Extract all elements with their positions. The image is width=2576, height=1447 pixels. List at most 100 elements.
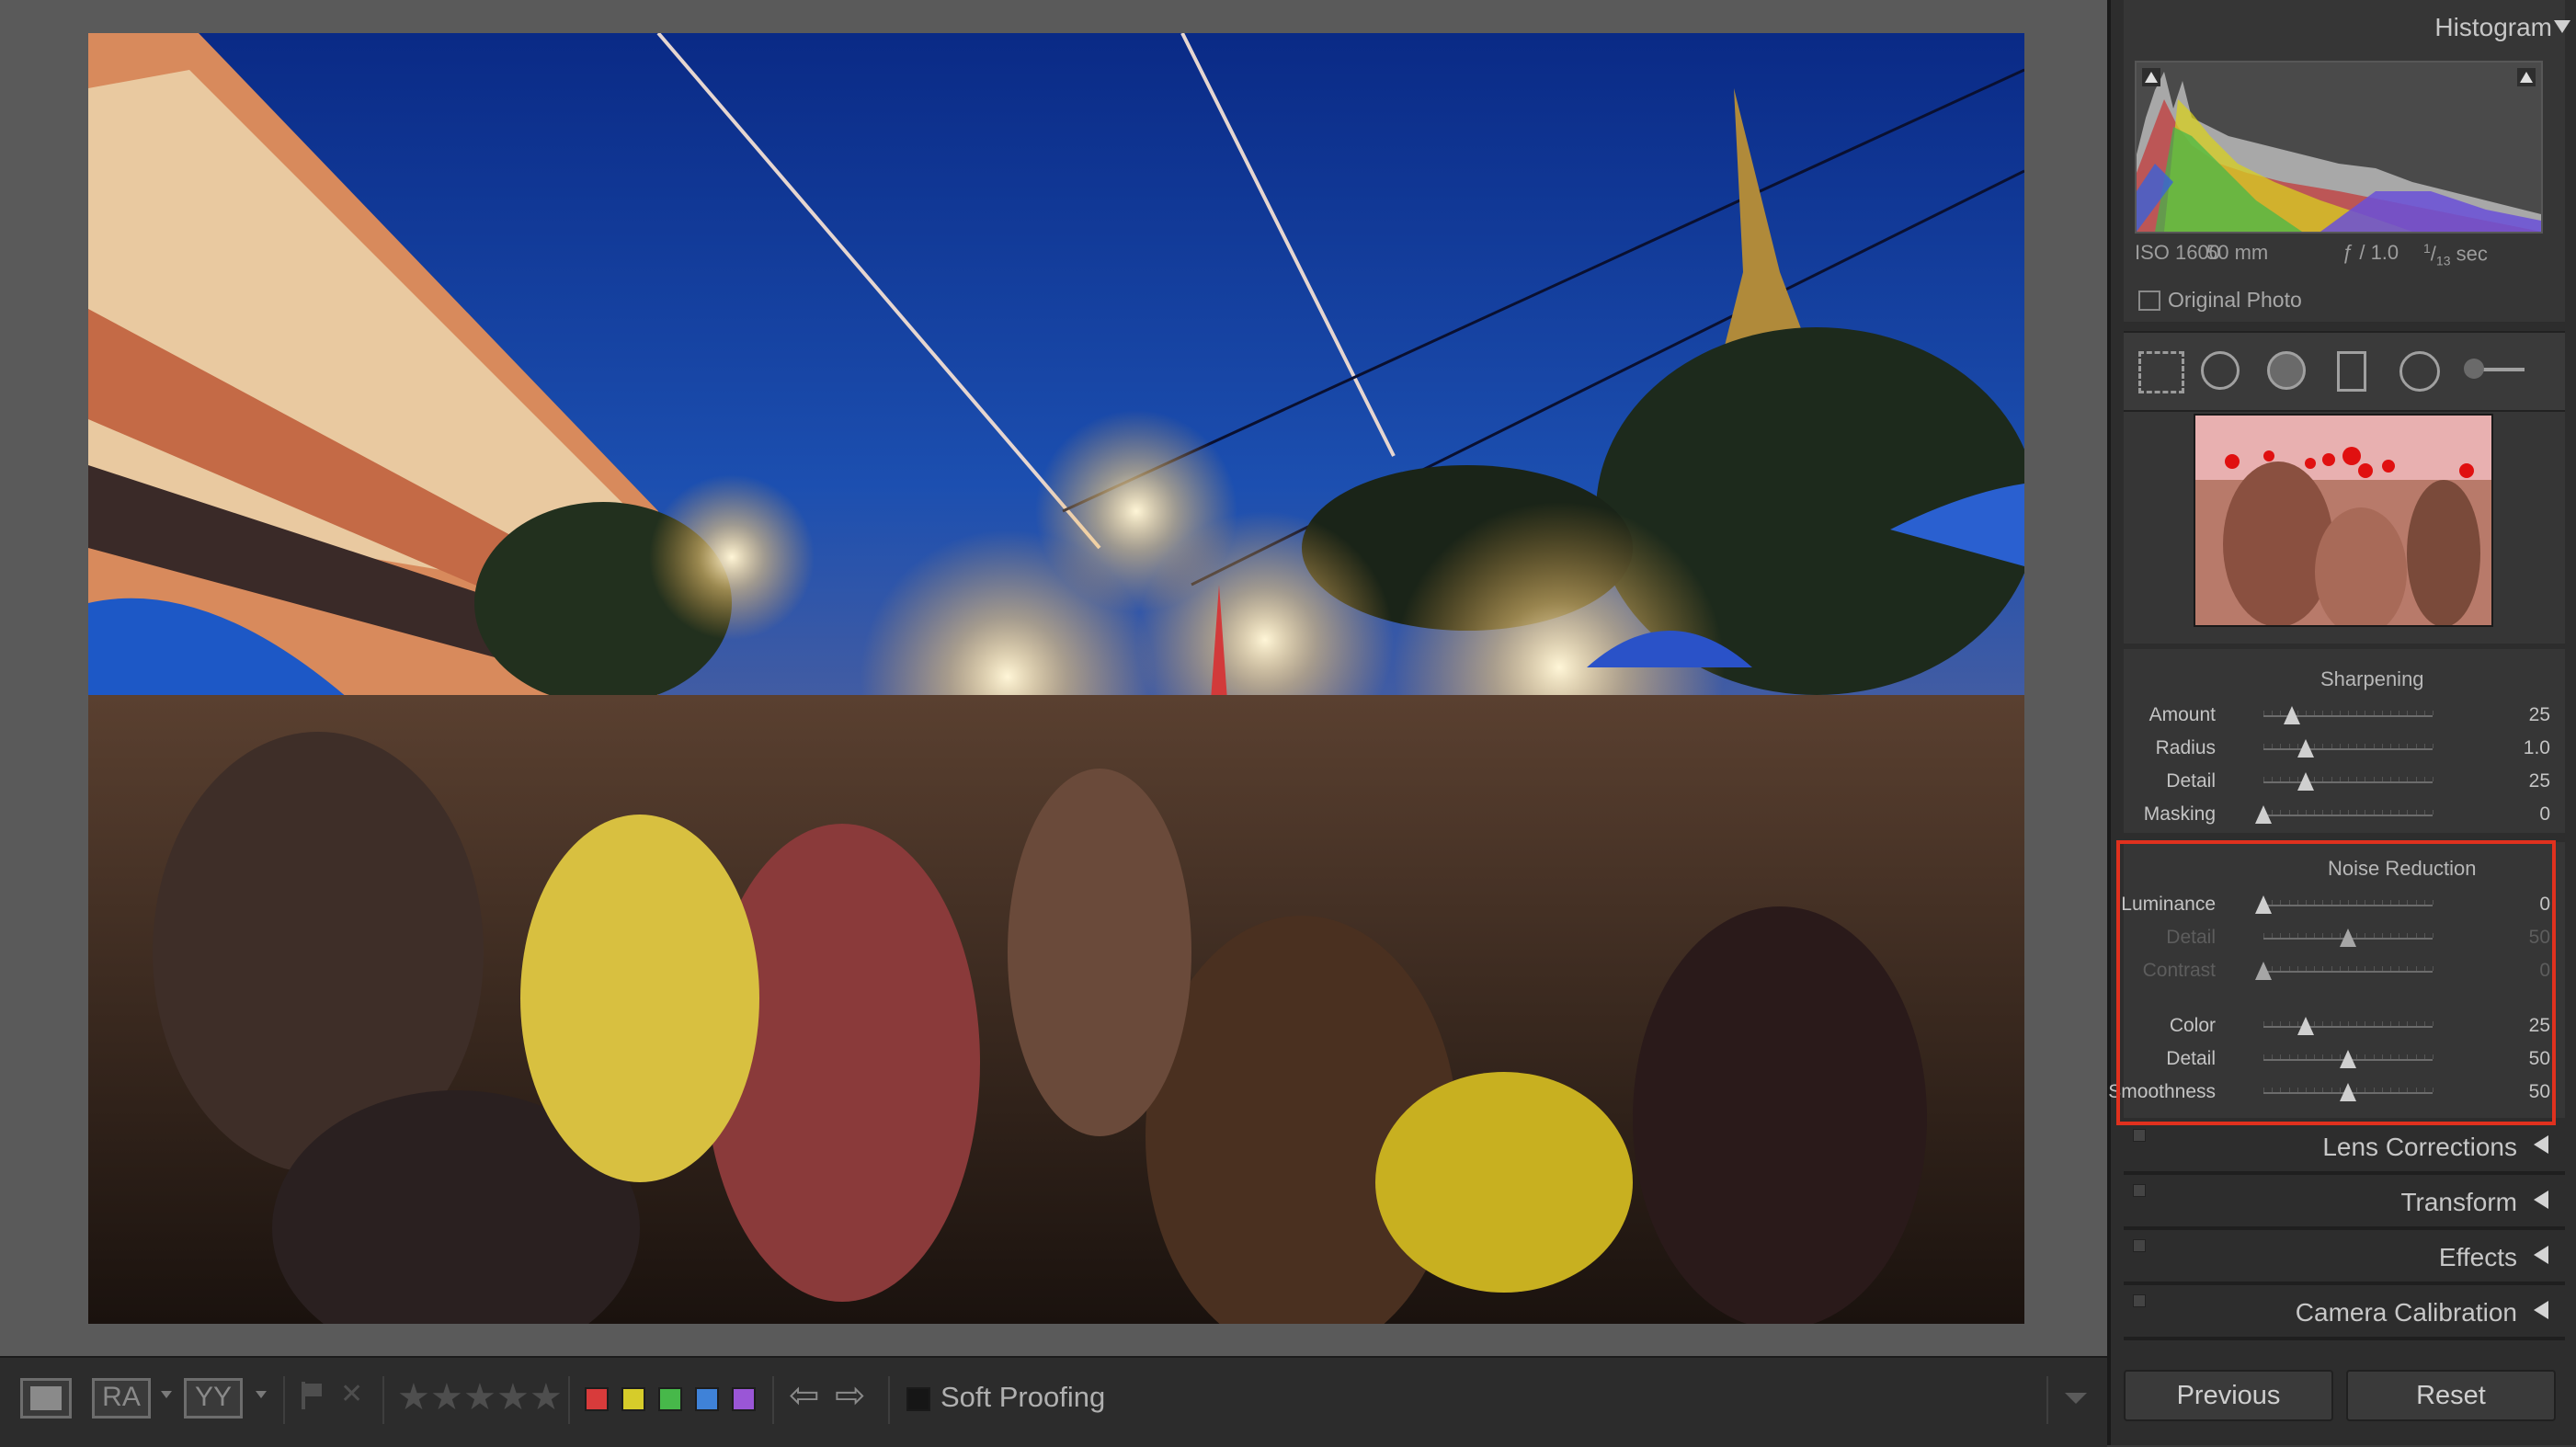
sharpening-slider-handle[interactable] (2284, 706, 2301, 724)
color-label-red[interactable] (585, 1387, 609, 1411)
soft-proofing-label: Soft Proofing (940, 1381, 1106, 1413)
divider (772, 1376, 774, 1424)
star-icon[interactable]: ★ (496, 1376, 530, 1419)
slider-tick (2322, 744, 2324, 748)
collapsed-panel[interactable]: Camera Calibration (2124, 1285, 2565, 1340)
arrow-right-icon[interactable]: ⇨ (835, 1374, 866, 1417)
red-eye-icon[interactable] (2267, 351, 2306, 390)
panel-switch-icon[interactable] (2133, 1129, 2146, 1142)
sharpening-value[interactable]: 0 (2539, 803, 2550, 826)
flag-icon[interactable] (300, 1382, 324, 1409)
collapsed-panel[interactable]: Lens Corrections (2124, 1120, 2565, 1175)
previous-button[interactable]: Previous (2124, 1370, 2333, 1421)
arrow-left-icon[interactable]: ⇦ (789, 1374, 820, 1417)
original-photo-checkbox[interactable] (2138, 291, 2160, 311)
slider-tick (2381, 810, 2383, 815)
slider-tick (2390, 744, 2391, 748)
sharpening-slider[interactable] (2263, 739, 2434, 758)
star-icon[interactable]: ★ (530, 1376, 563, 1419)
sharpening-value[interactable]: 1.0 (2524, 737, 2550, 759)
crop-overlay-icon[interactable] (2138, 351, 2184, 393)
histogram-title[interactable]: Histogram (2434, 13, 2552, 42)
sharpening-row[interactable]: Masking 0 (2124, 802, 2565, 829)
before-after-ra-button[interactable]: RA (92, 1378, 151, 1419)
slider-tick (2263, 744, 2264, 748)
slider-tick (2331, 744, 2332, 748)
loupe-view-icon[interactable] (20, 1378, 72, 1419)
panel-switch-icon[interactable] (2133, 1184, 2146, 1197)
sharpening-row[interactable]: Detail 25 (2124, 769, 2565, 796)
color-label-purple[interactable] (732, 1387, 756, 1411)
slider-tick (2272, 711, 2274, 715)
soft-proofing-checkbox[interactable] (906, 1387, 930, 1411)
sharpening-slider[interactable] (2263, 706, 2434, 724)
slider-tick (2288, 777, 2290, 781)
reset-button[interactable]: Reset (2346, 1370, 2556, 1421)
sharpening-label: Masking (2143, 803, 2216, 825)
sharpening-slider[interactable] (2263, 772, 2434, 791)
slider-tick (2348, 777, 2349, 781)
triangle-left-icon[interactable] (2534, 1135, 2548, 1154)
collapsed-panel[interactable]: Effects (2124, 1230, 2565, 1285)
graduated-filter-icon[interactable] (2337, 351, 2366, 392)
sharpening-slider[interactable] (2255, 805, 2434, 824)
highlight-clipping-icon[interactable] (2517, 68, 2536, 86)
slider-tick (2423, 744, 2425, 748)
histogram-graph[interactable] (2135, 61, 2543, 234)
panel-switch-icon[interactable] (2133, 1239, 2146, 1252)
shadow-clipping-icon[interactable] (2142, 68, 2160, 86)
slider-tick (2356, 810, 2358, 815)
triangle-left-icon[interactable] (2534, 1301, 2548, 1319)
star-icon[interactable]: ★ (463, 1376, 496, 1419)
color-label-blue[interactable] (695, 1387, 719, 1411)
triangle-down-icon[interactable] (2554, 20, 2570, 33)
toolbar-menu-chevron-icon[interactable] (2065, 1393, 2087, 1404)
collapsed-panel-title[interactable]: Lens Corrections (2322, 1133, 2517, 1162)
sharpening-row[interactable]: Radius 1.0 (2124, 735, 2565, 763)
collapsed-panel[interactable]: Transform (2124, 1175, 2565, 1230)
slider-tick (2415, 711, 2417, 715)
slider-tick (2339, 810, 2341, 815)
chevron-down-icon[interactable] (161, 1391, 172, 1398)
radial-filter-icon[interactable] (2399, 351, 2440, 392)
slider-tick (2263, 711, 2264, 715)
sharpening-value[interactable]: 25 (2529, 704, 2550, 726)
triangle-left-icon[interactable] (2534, 1191, 2548, 1209)
before-after-yy-button[interactable]: YY (184, 1378, 243, 1419)
slider-tick (2280, 777, 2282, 781)
triangle-left-icon[interactable] (2534, 1246, 2548, 1264)
exif-focal-length: 50 mm (2206, 241, 2269, 264)
divider (568, 1376, 570, 1424)
star-icon[interactable]: ★ (397, 1376, 430, 1419)
slider-tick (2339, 777, 2341, 781)
adjustment-brush-knob-icon[interactable] (2464, 359, 2484, 379)
night-market-photo[interactable] (88, 33, 2024, 1324)
slider-tick (2433, 744, 2434, 748)
collapsed-panel-title[interactable]: Effects (2439, 1243, 2517, 1272)
slider-tick (2339, 711, 2341, 715)
exif-shutter: 1/13 sec (2423, 241, 2488, 268)
sharpening-title: Sharpening (2320, 667, 2424, 690)
slider-tick (2356, 777, 2358, 781)
collapsed-panel-title[interactable]: Transform (2400, 1188, 2517, 1217)
detail-preview-thumbnail[interactable] (2194, 414, 2493, 627)
slider-tick (2263, 777, 2264, 781)
slider-tick (2297, 810, 2298, 815)
slider-tick (2373, 777, 2375, 781)
panel-switch-icon[interactable] (2133, 1294, 2146, 1307)
sharpening-slider-handle[interactable] (2297, 739, 2314, 758)
sharpening-value[interactable]: 25 (2529, 770, 2550, 792)
star-icon[interactable]: ★ (430, 1376, 463, 1419)
collapsed-panel-title[interactable]: Camera Calibration (2296, 1298, 2517, 1327)
slider-tick (2373, 810, 2375, 815)
sharpening-row[interactable]: Amount 25 (2124, 702, 2565, 730)
color-label-yellow[interactable] (621, 1387, 645, 1411)
sharpening-slider-handle[interactable] (2255, 805, 2272, 824)
chevron-down-icon[interactable] (256, 1391, 267, 1398)
slider-tick (2356, 744, 2358, 748)
spot-removal-icon[interactable] (2201, 351, 2240, 390)
sharpening-slider-handle[interactable] (2297, 772, 2314, 791)
divider (2046, 1376, 2048, 1424)
color-label-green[interactable] (658, 1387, 682, 1411)
reject-flag-icon[interactable]: ✕ (340, 1378, 363, 1410)
